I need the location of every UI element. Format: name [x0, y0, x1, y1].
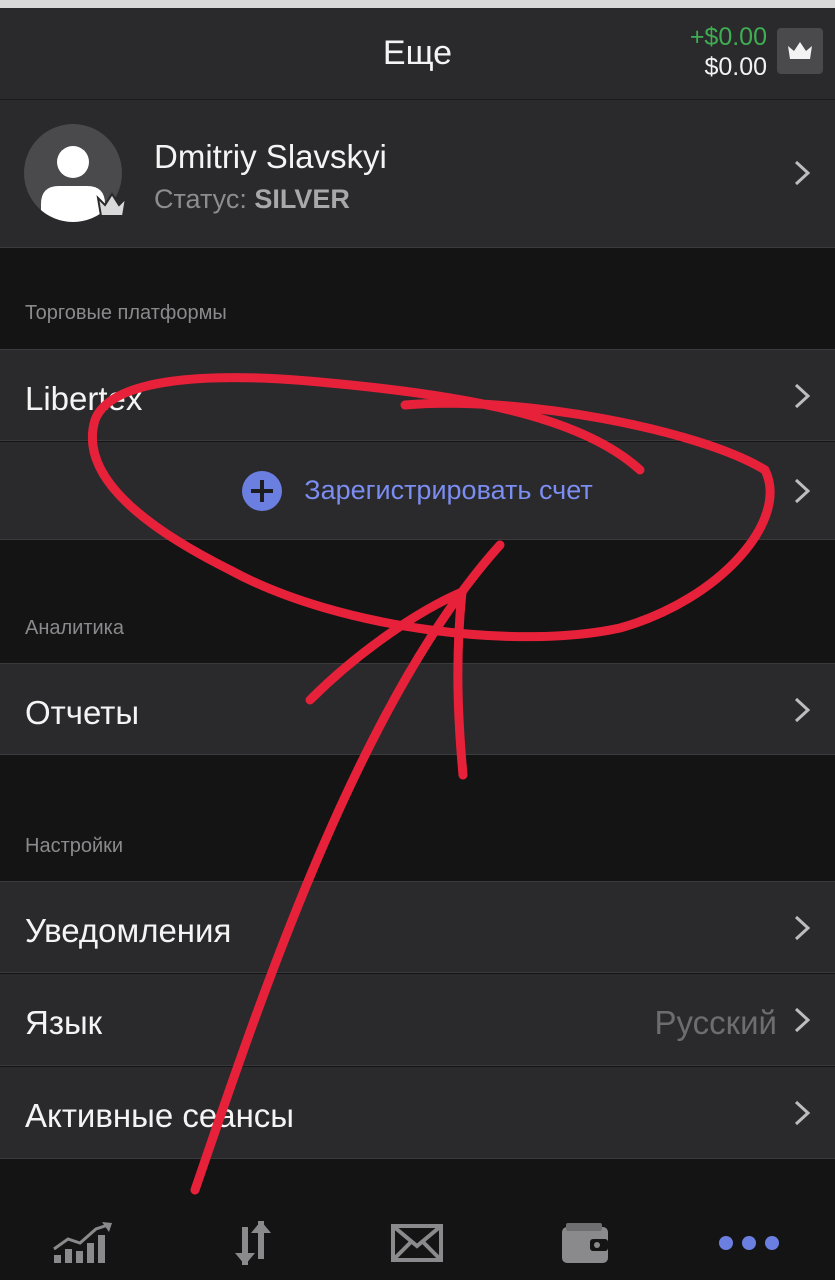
tab-markets[interactable]: [48, 1218, 118, 1268]
chevron-right-icon: [794, 915, 811, 941]
chevron-right-icon: [794, 160, 811, 186]
status-value: SILVER: [254, 184, 350, 214]
language-value: Русский: [654, 1004, 777, 1041]
row-label: Отчеты: [25, 694, 140, 731]
profile-status: Статус: SILVER: [154, 184, 350, 215]
plus-circle-icon: [242, 470, 283, 511]
chart-icon: [53, 1222, 112, 1263]
section-label-settings: Настройки: [25, 835, 124, 857]
row-notifications[interactable]: Уведомления: [0, 881, 835, 973]
profile-row[interactable]: Dmitriy Slavskyi Статус: SILVER: [0, 100, 835, 248]
section-label-platforms: Торговые платформы: [25, 302, 227, 324]
row-active-sessions[interactable]: Активные сеансы: [0, 1067, 835, 1159]
status-strip: [0, 0, 835, 8]
register-account-label: Зарегистрировать счет: [304, 475, 593, 505]
tab-trades[interactable]: [218, 1218, 288, 1268]
wallet-icon: [562, 1223, 608, 1263]
section-label-analytics: Аналитика: [25, 617, 124, 639]
status-prefix: Статус:: [154, 184, 255, 214]
transfer-icon: [235, 1221, 271, 1265]
tab-wallet[interactable]: [550, 1218, 620, 1268]
tab-more[interactable]: [714, 1218, 784, 1268]
chevron-right-icon: [794, 1007, 811, 1033]
more-icon: [719, 1236, 779, 1250]
row-label: Libertex: [25, 380, 143, 417]
row-libertex[interactable]: Libertex: [0, 349, 835, 441]
equity-value: $0.00: [704, 53, 767, 81]
row-language[interactable]: Язык Русский: [0, 974, 835, 1066]
balance-display: +$0.00 $0.00: [690, 22, 767, 82]
top-bar: Еще +$0.00 $0.00: [0, 8, 835, 100]
chevron-right-icon: [794, 1100, 811, 1126]
bottom-tab-bar: [0, 1190, 835, 1280]
chevron-right-icon: [794, 383, 811, 409]
tab-messages[interactable]: [382, 1218, 452, 1268]
row-reports[interactable]: Отчеты: [0, 663, 835, 755]
row-label: Уведомления: [25, 912, 232, 949]
chevron-right-icon: [794, 697, 811, 723]
mail-icon: [391, 1224, 443, 1262]
chevron-right-icon: [794, 478, 811, 504]
profile-name: Dmitriy Slavskyi: [154, 138, 387, 175]
crown-icon: [788, 42, 812, 59]
crown-button[interactable]: [777, 28, 823, 74]
profit-value: +$0.00: [689, 23, 767, 51]
register-account-row[interactable]: Зарегистрировать счет: [0, 442, 835, 540]
row-label: Язык: [25, 1004, 103, 1041]
crown-badge-icon: [96, 192, 128, 217]
row-label: Активные сеансы: [25, 1097, 295, 1134]
